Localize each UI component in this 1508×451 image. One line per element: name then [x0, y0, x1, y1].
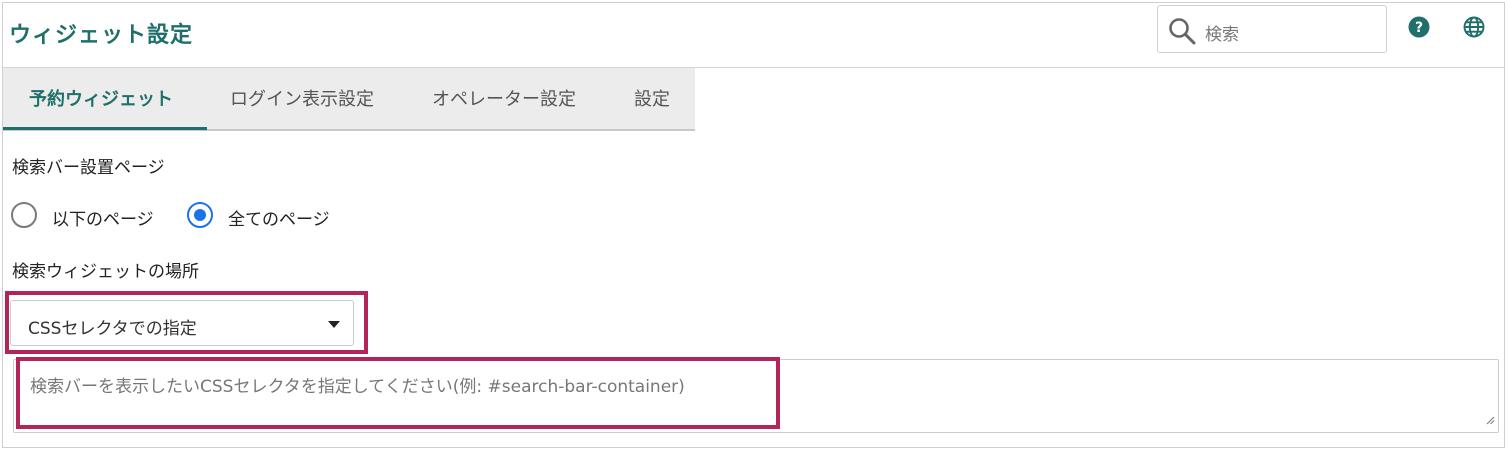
- page-title: ウィジェット設定: [9, 23, 194, 48]
- radio-following-pages[interactable]: [11, 202, 37, 228]
- search-icon: [1168, 17, 1196, 49]
- location-method-select[interactable]: CSSセレクタでの指定: [10, 300, 354, 346]
- tab-operator-settings[interactable]: オペレーター設定: [432, 68, 576, 131]
- active-tab-indicator: [3, 127, 207, 130]
- svg-text:?: ?: [1415, 20, 1423, 36]
- radio-all-pages[interactable]: [187, 202, 213, 228]
- radio-all-pages-label[interactable]: 全てのページ: [228, 205, 330, 230]
- location-method-value: CSSセレクタでの指定: [28, 319, 197, 339]
- dropdown-arrow-icon: [328, 321, 340, 328]
- help-icon[interactable]: ?: [1408, 16, 1430, 42]
- settings-panel: ウィジェット設定 検索 ? 予約ウィジェット ログイン表示設定 オペレーター設定…: [2, 2, 1505, 448]
- radio-following-pages-label[interactable]: 以下のページ: [52, 205, 154, 230]
- tab-bar: 予約ウィジェット ログイン表示設定 オペレーター設定 設定: [3, 68, 695, 131]
- header: ウィジェット設定 検索 ?: [3, 3, 1504, 68]
- search-input[interactable]: 検索: [1157, 5, 1387, 53]
- search-placeholder: 検索: [1205, 25, 1239, 45]
- globe-icon[interactable]: [1463, 16, 1485, 42]
- widget-location-label: 検索ウィジェットの場所: [12, 262, 199, 282]
- resize-handle-icon[interactable]: [1485, 410, 1495, 429]
- tab-reservation-widget[interactable]: 予約ウィジェット: [29, 68, 173, 131]
- search-bar-page-label: 検索バー設置ページ: [12, 158, 165, 178]
- tab-login-display-settings[interactable]: ログイン表示設定: [230, 68, 374, 131]
- tab-settings[interactable]: 設定: [634, 68, 670, 131]
- textarea-highlight-frame: [16, 357, 780, 429]
